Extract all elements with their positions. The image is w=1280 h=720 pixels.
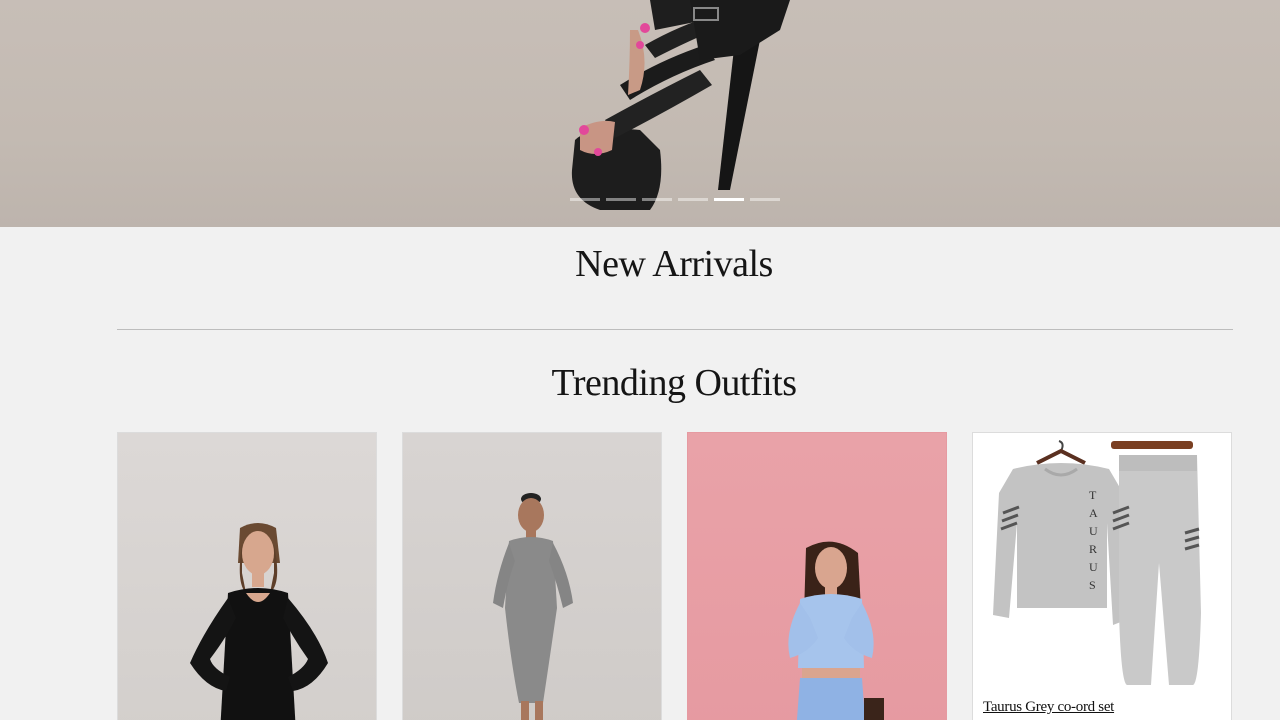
svg-text:A: A [1089, 506, 1098, 520]
section-divider [117, 329, 1233, 330]
carousel-dot-5[interactable] [714, 198, 744, 201]
carousel-dot-6[interactable] [750, 198, 780, 201]
product-image-2 [493, 493, 573, 720]
new-arrivals-heading: New Arrivals [575, 243, 773, 285]
product-card-3[interactable] [687, 432, 947, 720]
product-card-1[interactable] [117, 432, 377, 720]
carousel-dot-3[interactable] [642, 198, 672, 201]
product-card-4[interactable]: TAU RUS Taurus Grey co-ord set [972, 432, 1232, 720]
product-name-link-4[interactable]: Taurus Grey co-ord set [983, 699, 1114, 716]
carousel-dot-4[interactable] [678, 198, 708, 201]
product-grid: TAU RUS Taurus Grey co-ord set [117, 432, 1233, 720]
svg-text:T: T [1089, 488, 1097, 502]
product-card-2[interactable] [402, 432, 662, 720]
svg-text:U: U [1089, 560, 1098, 574]
hero-image [571, 0, 790, 210]
svg-text:R: R [1089, 542, 1097, 556]
svg-text:S: S [1089, 578, 1096, 592]
product-image-1 [190, 523, 328, 720]
product-image-4: TAU RUS [993, 440, 1201, 685]
hero-banner[interactable] [0, 0, 1280, 227]
carousel-indicators [570, 198, 780, 201]
carousel-dot-2[interactable] [606, 198, 636, 201]
svg-text:U: U [1089, 524, 1098, 538]
product-image-3 [788, 541, 884, 720]
trending-outfits-heading: Trending Outfits [551, 362, 797, 404]
carousel-dot-1[interactable] [570, 198, 600, 201]
